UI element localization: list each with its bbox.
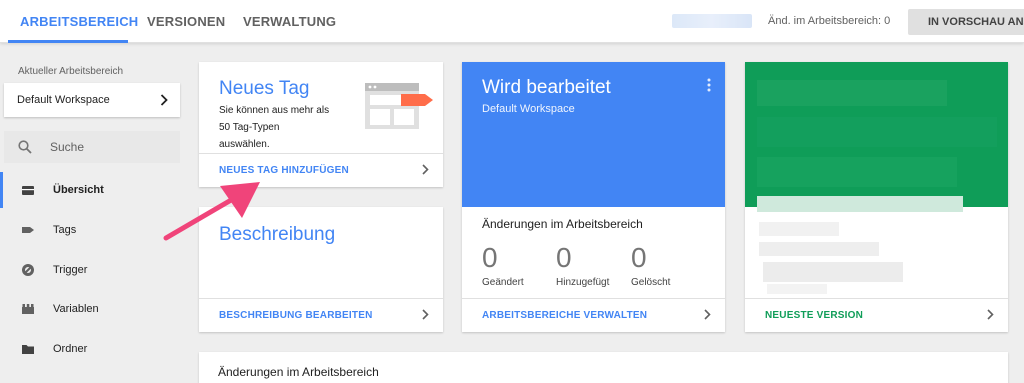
stat-added-label: Hinzugefügt [556, 277, 610, 288]
workspace-selector[interactable]: Default Workspace [4, 83, 180, 117]
preview-button[interactable]: IN VORSCHAU ANSEHEN [908, 9, 1024, 35]
workspace-changes-card-title: Änderungen im Arbeitsbereich [218, 365, 379, 379]
active-nav-indicator [0, 172, 3, 208]
sidebar-item-label: Tags [53, 224, 77, 236]
stat-deleted-label: Gelöscht [631, 277, 671, 288]
sidebar-item-uebersicht[interactable]: Übersicht [0, 172, 185, 208]
blurred-version-details [757, 80, 997, 294]
variables-icon [22, 304, 34, 314]
workspace-card-title: Wird bearbeitet [482, 77, 611, 98]
sidebar-item-label: Trigger [53, 264, 88, 276]
manage-workspaces-link[interactable]: ARBEITSBEREICHE VERWALTEN [462, 298, 725, 332]
tag-icon [22, 227, 34, 233]
trigger-icon [22, 264, 34, 276]
folder-icon [22, 345, 34, 354]
search-icon [18, 140, 32, 154]
workspace-changes-card: Änderungen im Arbeitsbereich [199, 352, 1008, 383]
workspace-changes-count: Änd. im Arbeitsbereich: 0 [768, 15, 891, 27]
tab-arbeitsbereich[interactable]: ARBEITSBEREICH [20, 0, 138, 43]
sidebar-item-trigger[interactable]: Trigger [0, 258, 185, 282]
tab-versionen[interactable]: VERSIONEN [147, 0, 225, 43]
edit-description-link[interactable]: BESCHREIBUNG BEARBEITEN [199, 298, 443, 332]
chevron-right-icon [987, 299, 994, 333]
new-tag-card: Neues Tag Sie können aus mehr als 50 Tag… [199, 62, 443, 187]
search-input[interactable]: Suche [4, 131, 180, 163]
sidebar-item-tags[interactable]: Tags [0, 218, 185, 242]
latest-version-link[interactable]: NEUESTE VERSION [745, 298, 1008, 332]
more-vert-icon[interactable] [707, 78, 711, 92]
top-navigation-bar: ARBEITSBEREICH VERSIONEN VERWALTUNG Änd.… [0, 0, 1024, 43]
tag-illustration-icon [365, 83, 433, 129]
new-tag-title: Neues Tag [219, 78, 310, 99]
current-workspace-label: Aktueller Arbeitsbereich [18, 66, 124, 77]
workspace-card: Wird bearbeitet Default Workspace Änderu… [462, 62, 725, 332]
chevron-right-icon [160, 83, 168, 118]
sidebar-item-ordner[interactable]: Ordner [0, 337, 185, 361]
sidebar-item-variablen[interactable]: Variablen [0, 297, 185, 321]
latest-version-card: NEUESTE VERSION [745, 62, 1008, 332]
new-tag-description: Sie können aus mehr als 50 Tag-Typen aus… [219, 105, 330, 150]
chevron-right-icon [704, 299, 711, 333]
stat-changed-label: Geändert [482, 277, 524, 288]
sidebar-item-label: Übersicht [53, 184, 104, 196]
workspace-card-subtitle: Default Workspace [482, 103, 575, 115]
briefcase-icon [22, 186, 34, 195]
stat-deleted-value: 0 [631, 242, 647, 273]
sidebar-item-label: Variablen [53, 303, 99, 315]
chevron-right-icon [422, 154, 429, 188]
search-placeholder: Suche [50, 140, 85, 154]
sidebar-item-label: Ordner [53, 343, 88, 355]
stat-changed-value: 0 [482, 242, 498, 273]
stat-added-value: 0 [556, 242, 572, 273]
chevron-right-icon [422, 299, 429, 333]
annotation-arrow-icon [163, 182, 260, 241]
blurred-account-info [672, 14, 752, 28]
workspace-changes-title: Änderungen im Arbeitsbereich [482, 217, 643, 231]
active-tab-indicator [8, 40, 128, 43]
tab-verwaltung[interactable]: VERWALTUNG [243, 0, 336, 43]
workspace-name: Default Workspace [17, 94, 110, 106]
